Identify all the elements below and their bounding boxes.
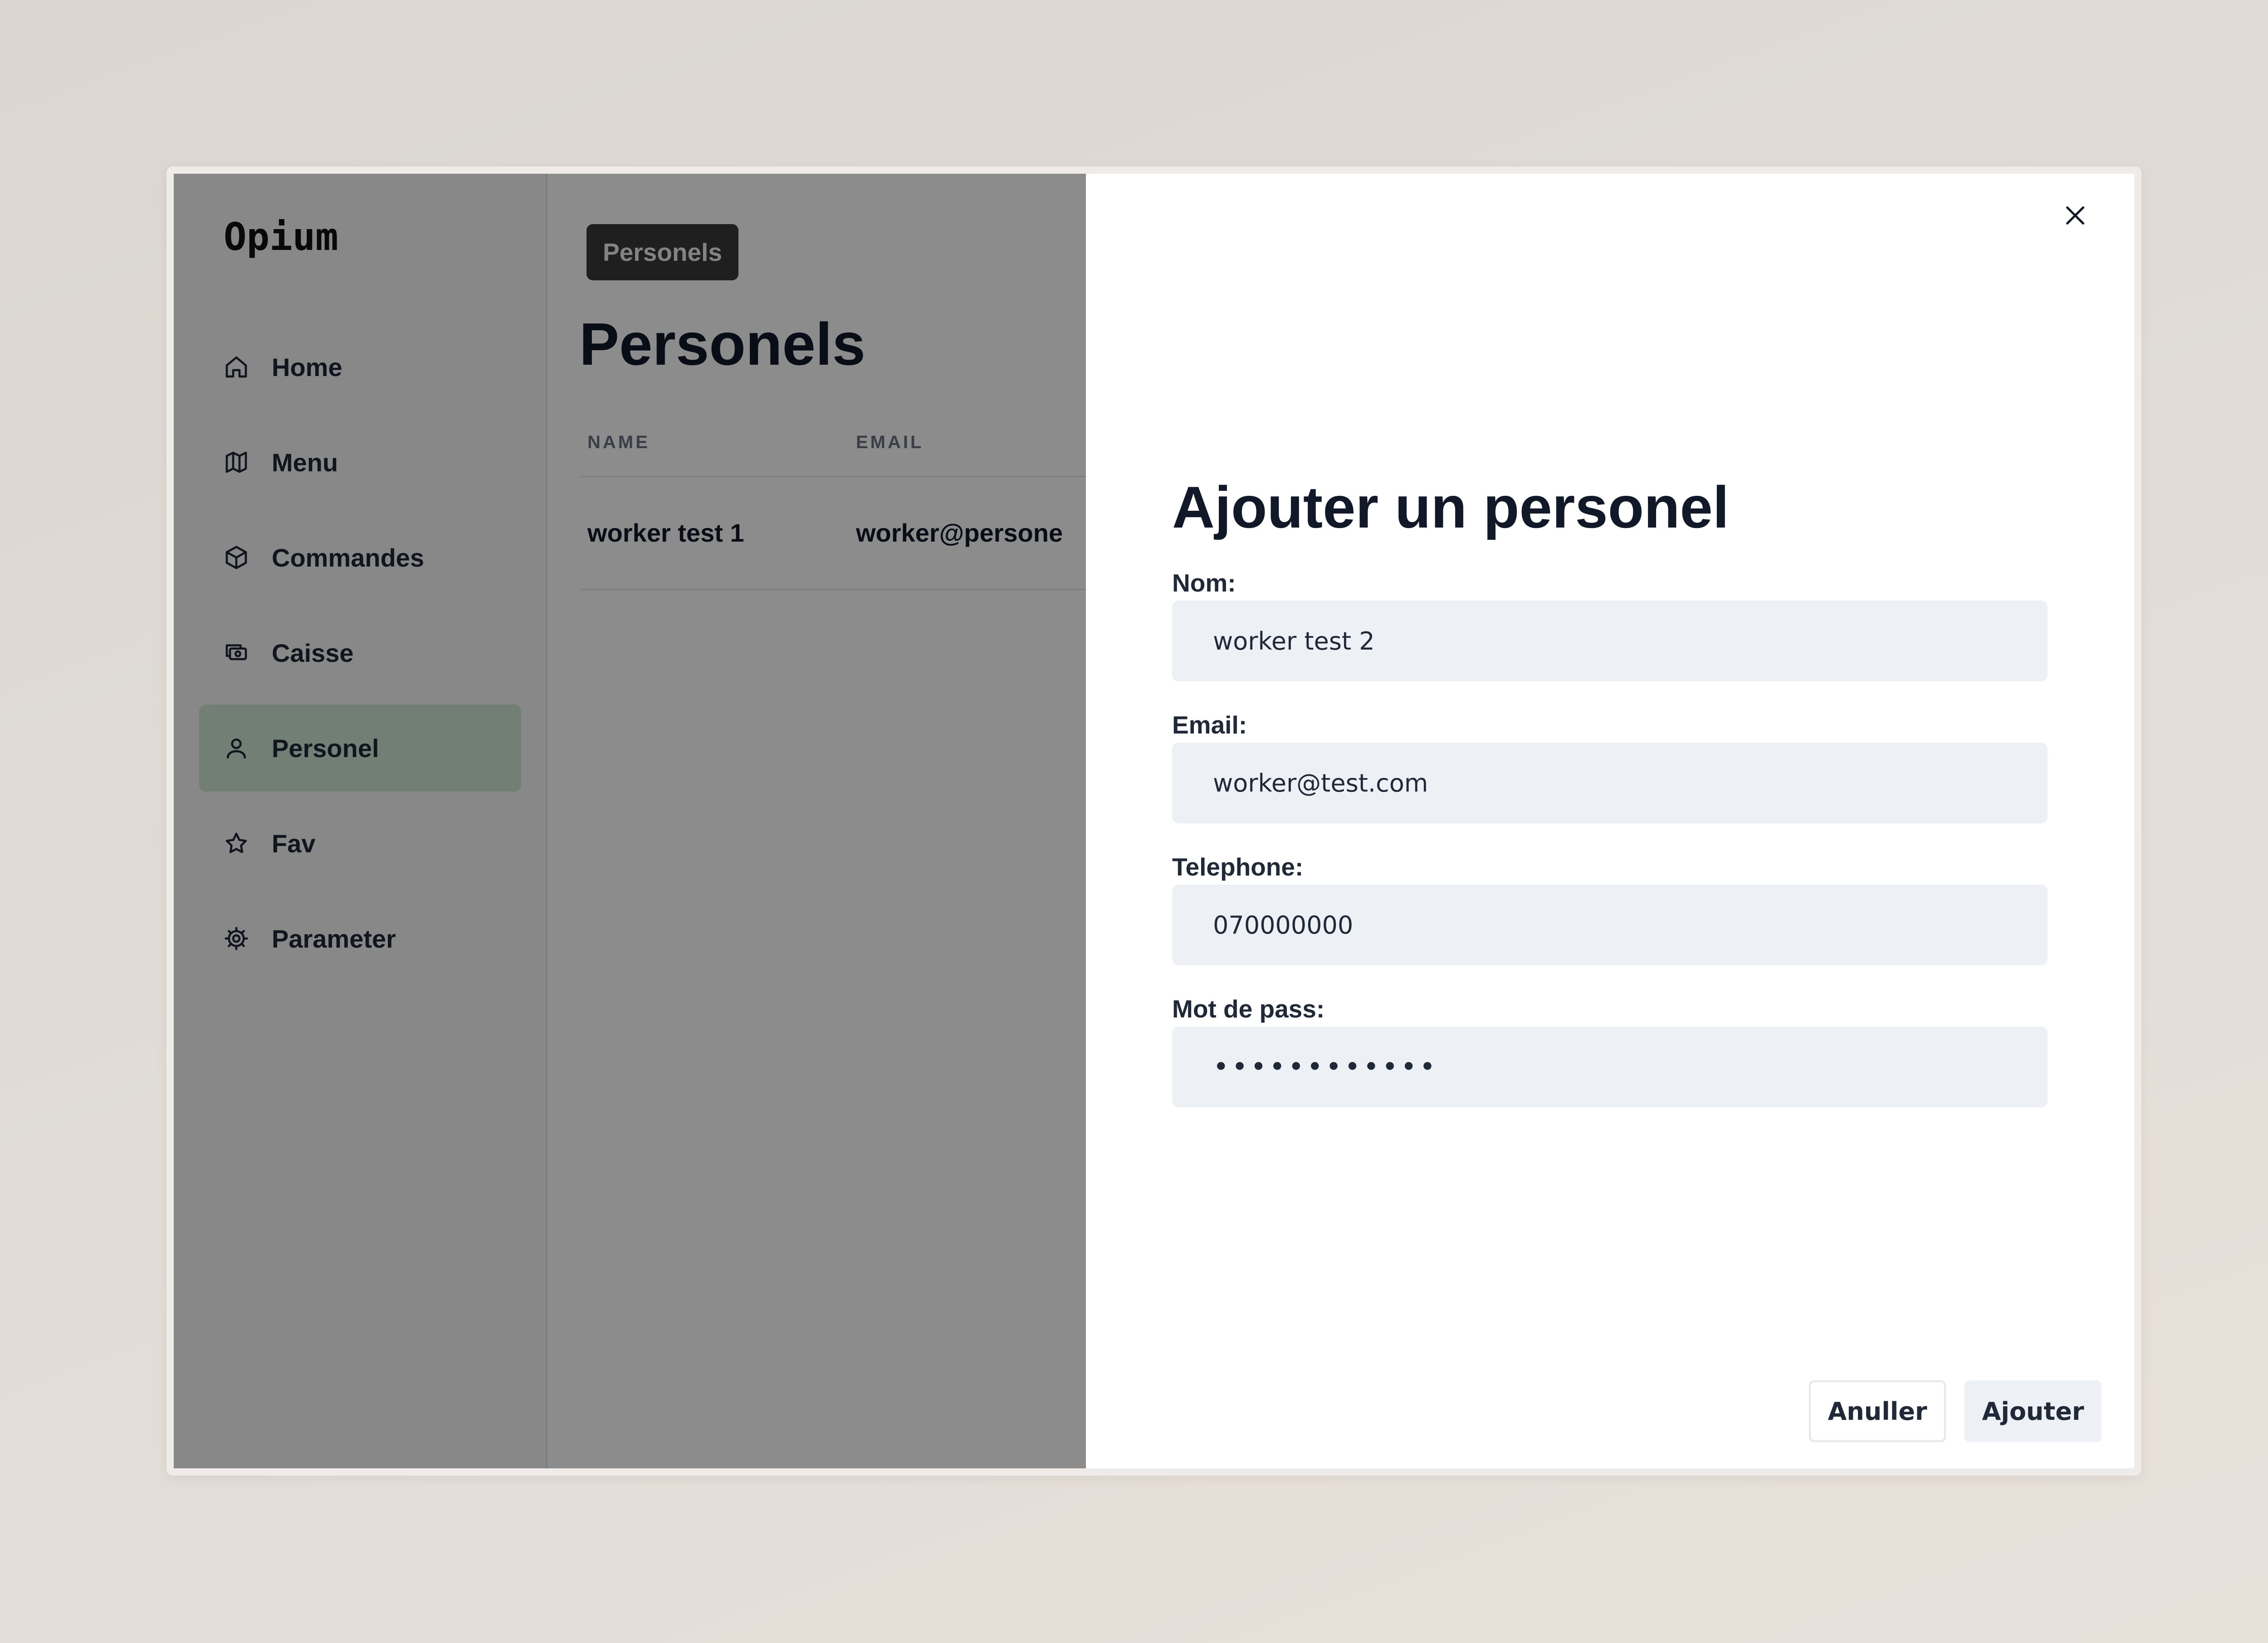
close-icon (2062, 202, 2089, 231)
add-personel-drawer: Ajouter un personel Nom: Email: Telephon… (1086, 174, 2134, 1468)
drawer-title: Ajouter un personel (1172, 474, 1729, 540)
app-window: Opium Home Menu Commandes Caisse Persone… (174, 174, 2134, 1468)
modal-backdrop[interactable] (174, 174, 1086, 1468)
telephone-field[interactable] (1172, 885, 2048, 965)
add-button[interactable]: Ajouter (1965, 1380, 2102, 1442)
password-field[interactable] (1172, 1027, 2048, 1107)
email-label: Email: (1172, 711, 1247, 739)
close-button[interactable] (2057, 198, 2093, 235)
nom-field[interactable] (1172, 601, 2048, 681)
telephone-label: Telephone: (1172, 853, 1304, 881)
email-field[interactable] (1172, 743, 2048, 823)
password-label: Mot de pass: (1172, 995, 1325, 1023)
nom-label: Nom: (1172, 569, 1236, 597)
cancel-button[interactable]: Anuller (1809, 1380, 1946, 1442)
